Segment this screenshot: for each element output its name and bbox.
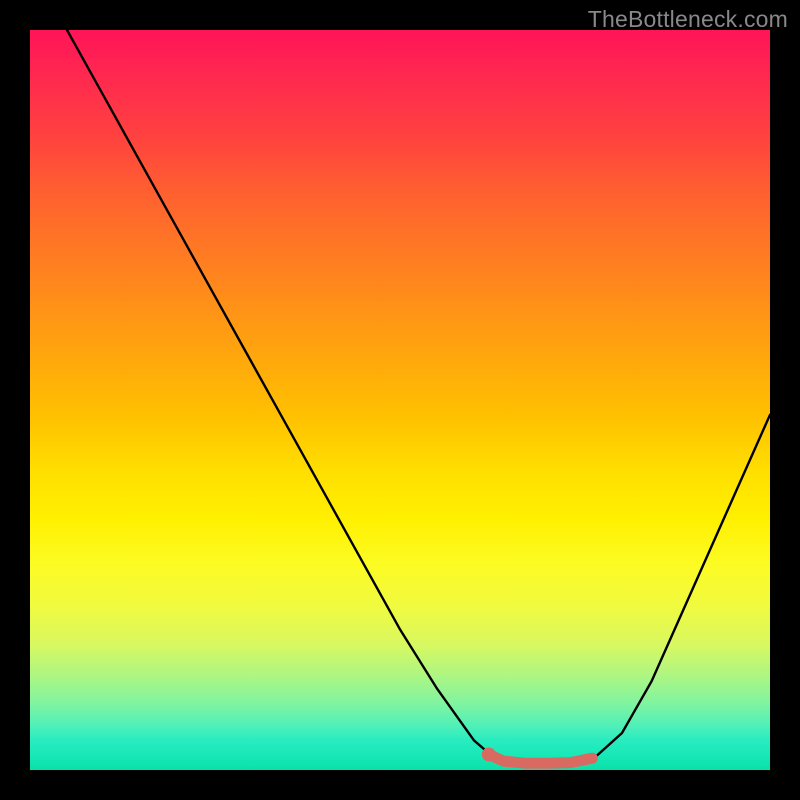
chart-container: TheBottleneck.com [0,0,800,800]
chart-svg [30,30,770,770]
watermark-text: TheBottleneck.com [588,6,788,33]
bottleneck-curve [67,30,770,765]
highlight-segment [489,755,593,764]
plot-area [30,30,770,770]
marker-dot [482,748,496,762]
